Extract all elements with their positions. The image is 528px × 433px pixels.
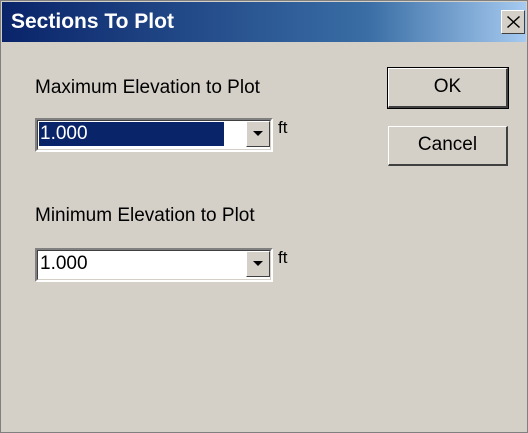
max-elevation-unit: ft: [278, 118, 288, 137]
max-elevation-dropdown-button[interactable]: [246, 121, 270, 147]
max-elevation-label: Maximum Elevation to Plot: [35, 77, 260, 98]
cancel-button[interactable]: Cancel: [388, 126, 508, 166]
title-bar[interactable]: Sections To Plot: [2, 2, 526, 42]
dialog-title: Sections To Plot: [11, 10, 174, 33]
min-elevation-unit: ft: [278, 248, 288, 267]
min-elevation-value[interactable]: 1.000: [39, 252, 224, 276]
ok-button[interactable]: OK: [387, 67, 509, 109]
close-button[interactable]: [501, 10, 525, 34]
max-elevation-combo[interactable]: 1.000: [35, 118, 273, 152]
min-elevation-label: Minimum Elevation to Plot: [35, 205, 255, 226]
chevron-down-icon: [253, 261, 263, 266]
min-elevation-combo[interactable]: 1.000: [35, 248, 273, 282]
sections-to-plot-dialog: Sections To Plot Maximum Elevation to Pl…: [0, 0, 528, 433]
max-elevation-value[interactable]: 1.000: [39, 122, 224, 146]
min-elevation-dropdown-button[interactable]: [246, 251, 270, 277]
chevron-down-icon: [253, 131, 263, 136]
close-icon: [507, 16, 520, 28]
